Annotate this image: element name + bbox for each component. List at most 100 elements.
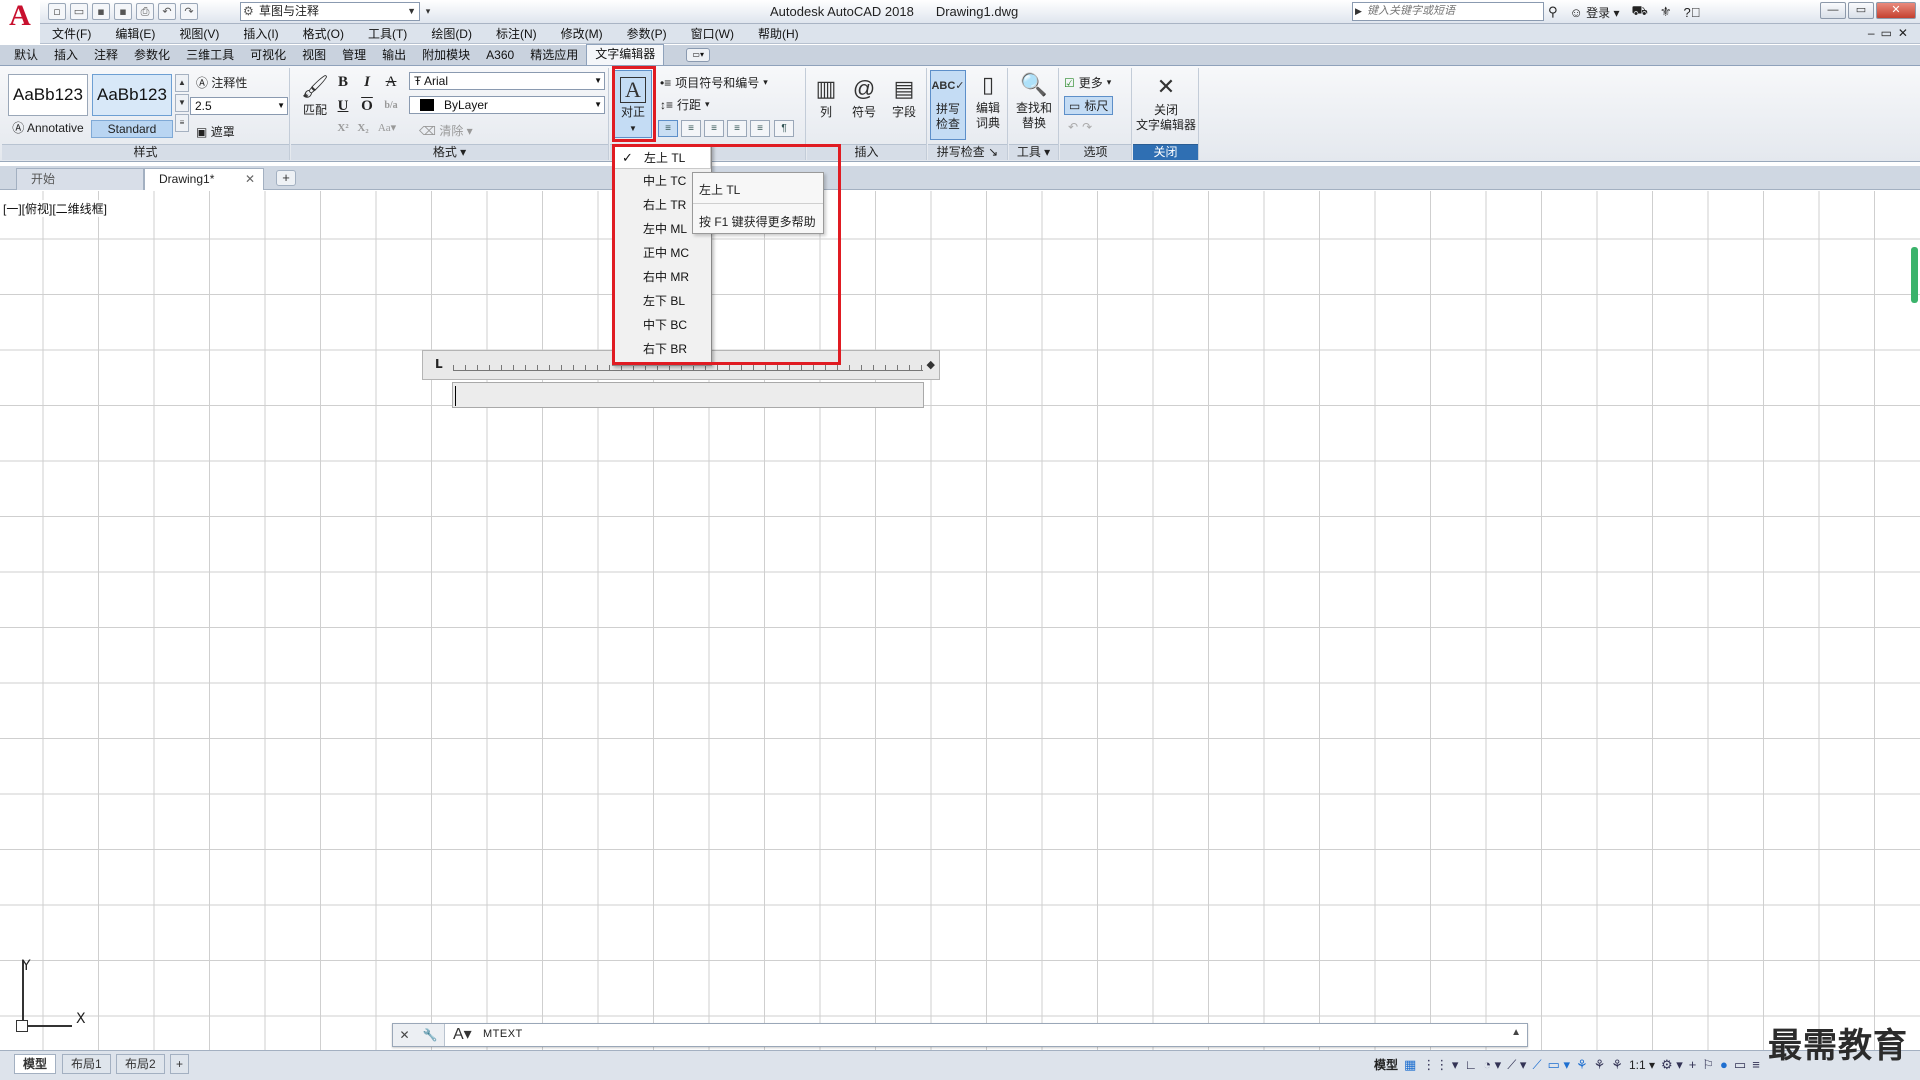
help-icon[interactable]: ?⃝ [1684,5,1701,20]
tab-insert[interactable]: 插入 [46,46,86,65]
close-window-button[interactable]: ✕ [1876,2,1916,19]
grid-icon[interactable]: ▦ [1404,1057,1416,1073]
menu-window[interactable]: 窗口(W) [679,25,746,42]
add-layout-button[interactable]: + [170,1054,190,1074]
redo-icon[interactable]: ↷ [180,3,198,20]
style-standard-preview[interactable]: AaBb123 [92,74,172,116]
ruler-toggle[interactable]: ▭ 标尺 [1064,96,1114,115]
menu-tools[interactable]: 工具(T) [356,25,419,42]
overline-button[interactable]: O [357,96,377,116]
print-icon[interactable]: ⎙ [136,3,154,20]
annotative-toggle[interactable]: Ⓐ 注释性 [196,74,247,91]
change-case-button[interactable]: Aa▾ [377,118,397,138]
columns-button[interactable]: ▥ 列 [811,74,841,120]
menu-file[interactable]: 文件(F) [40,25,103,42]
font-select[interactable]: Ŧ Arial ▼ [409,72,605,90]
style-annotative-preview[interactable]: AaBb123 [8,74,88,116]
find-replace-button[interactable]: 🔍 查找和 替换 [1011,70,1057,131]
exchange-icon[interactable]: ⚜ [1660,4,1672,20]
tab-annotate[interactable]: 注释 [86,46,126,65]
menu-view[interactable]: 视图(V) [167,25,231,42]
symbol-button[interactable]: @ 符号 [847,74,881,120]
signin-button[interactable]: ☺ 登录 ▾ [1570,4,1620,21]
close-icon[interactable]: ✕ [399,1028,409,1042]
wrench-icon[interactable]: 🔧 [423,1028,438,1042]
viewport-controls[interactable]: [一][俯视][二维线框] [3,200,108,217]
tab-output[interactable]: 输出 [374,46,414,65]
style-scroll-down[interactable]: ▼ [175,94,189,112]
menu-insert[interactable]: 插入(I) [231,25,290,42]
match-button[interactable]: 🖌 匹配 [297,72,333,118]
save-as-icon[interactable]: ▪ [114,3,132,20]
new-tab-button[interactable]: + [276,170,296,186]
align-center-icon[interactable]: ≡ [681,120,701,137]
close-text-editor-button[interactable]: ✕ 关闭 文字编辑器 [1135,72,1197,133]
bold-button[interactable]: B [333,72,353,92]
layout-tab-2[interactable]: 布局2 [116,1054,165,1074]
tab-text-editor[interactable]: 文字编辑器 [586,44,665,65]
layout-tab-1[interactable]: 布局1 [62,1054,111,1074]
distribute-icon[interactable]: ≡ [750,120,770,137]
align-left-icon[interactable]: ≡ [658,120,678,137]
ruler-width-handle-icon[interactable]: ◆ [927,358,935,371]
clear-formatting-button[interactable]: ⌫ 清除 ▾ [419,122,473,139]
superscript-icon[interactable]: X² [333,118,353,138]
menu-modify[interactable]: 修改(M) [549,25,615,42]
binoculars-icon[interactable]: ⚲ [1548,4,1558,20]
stack-icon[interactable]: b/a [381,96,401,116]
justify-icon[interactable]: ≡ [727,120,747,137]
application-menu-button[interactable]: A [0,0,40,32]
qat-customize-button[interactable]: ▾ [422,2,434,21]
command-line[interactable]: ✕ 🔧 A▾ MTEXT ▲ [392,1023,1528,1047]
annotation-auto-icon[interactable]: ⚘ [1611,1057,1623,1073]
plus-icon[interactable]: + [1689,1057,1697,1072]
osnap-icon[interactable]: ⟋ ▾ [1507,1057,1526,1073]
ribbon-minimize-button[interactable]: ▭▾ [686,48,711,62]
style-expand[interactable]: ≡ [175,114,189,132]
menu-draw[interactable]: 绘图(D) [419,25,484,42]
search-input[interactable]: ▶ 键入关键字或短语 [1352,2,1544,21]
new-file-icon[interactable]: ▫ [48,3,66,20]
field-button[interactable]: ▤ 字段 [887,74,921,120]
document-window-controls[interactable]: –▭✕ [1868,26,1914,40]
isolate-icon[interactable]: ⚐ [1702,1057,1714,1073]
tab-featured-apps[interactable]: 精选应用 [522,46,586,65]
spell-check-panel-title[interactable]: 拼写检查 ↘ [928,144,1007,160]
mtext-input[interactable] [452,382,924,408]
chevron-up-icon[interactable]: ▲ [1511,1027,1521,1038]
annotation-visibility-icon[interactable]: ⚘ [1594,1057,1606,1073]
clean-screen-icon[interactable]: ▭ [1734,1057,1746,1073]
underline-button[interactable]: U [333,96,353,116]
ortho-icon[interactable]: ∟ [1464,1057,1477,1072]
tab-visualize[interactable]: 可视化 [242,46,294,65]
strikethrough-button[interactable]: A [381,72,401,92]
tab-default[interactable]: 默认 [6,46,46,65]
selection-cycling-icon[interactable]: ▭ ▾ [1548,1057,1570,1073]
line-spacing-button[interactable]: ↕≡ 行距 ▾ [660,96,710,113]
workspace-gear-icon[interactable]: ⚙ ▾ [1661,1057,1683,1073]
edit-dictionaries-button[interactable]: ▯ 编辑 词典 [970,70,1006,131]
subscript-icon[interactable]: X₂ [353,118,373,138]
cart-icon[interactable]: ⛟ [1632,3,1648,21]
undo-redo[interactable]: ↶ ↷ [1068,120,1092,134]
workspace-select[interactable]: ⚙ 草图与注释 ▼ [240,2,420,21]
tab-parametric[interactable]: 参数化 [126,46,178,65]
tab-drawing1[interactable]: Drawing1* ✕ [144,168,264,190]
bullets-numbering-button[interactable]: •≡ 项目符号和编号 ▾ [660,74,768,91]
italic-button[interactable]: I [357,72,377,92]
menu-help[interactable]: 帮助(H) [746,25,811,42]
spell-check-button[interactable]: ABC✓ 拼写 检查 [930,70,966,140]
model-space-button[interactable]: 模型 [1374,1056,1398,1073]
tab-manage[interactable]: 管理 [334,46,374,65]
format-panel-title[interactable]: 格式 ▾ [291,144,608,160]
save-icon[interactable]: ▪ [92,3,110,20]
align-right-icon[interactable]: ≡ [704,120,724,137]
tab-3d-tools[interactable]: 三维工具 [178,46,242,65]
tab-a360[interactable]: A360 [478,46,522,65]
tools-panel-title[interactable]: 工具 ▾ [1009,144,1058,160]
menu-parametric[interactable]: 参数(P) [615,25,679,42]
menu-edit[interactable]: 编辑(E) [103,25,167,42]
polar-icon[interactable]: ◔ ▾ [1483,1057,1501,1073]
style-scroll-up[interactable]: ▲ [175,74,189,92]
scale-select[interactable]: 1:1 ▾ [1629,1058,1655,1072]
